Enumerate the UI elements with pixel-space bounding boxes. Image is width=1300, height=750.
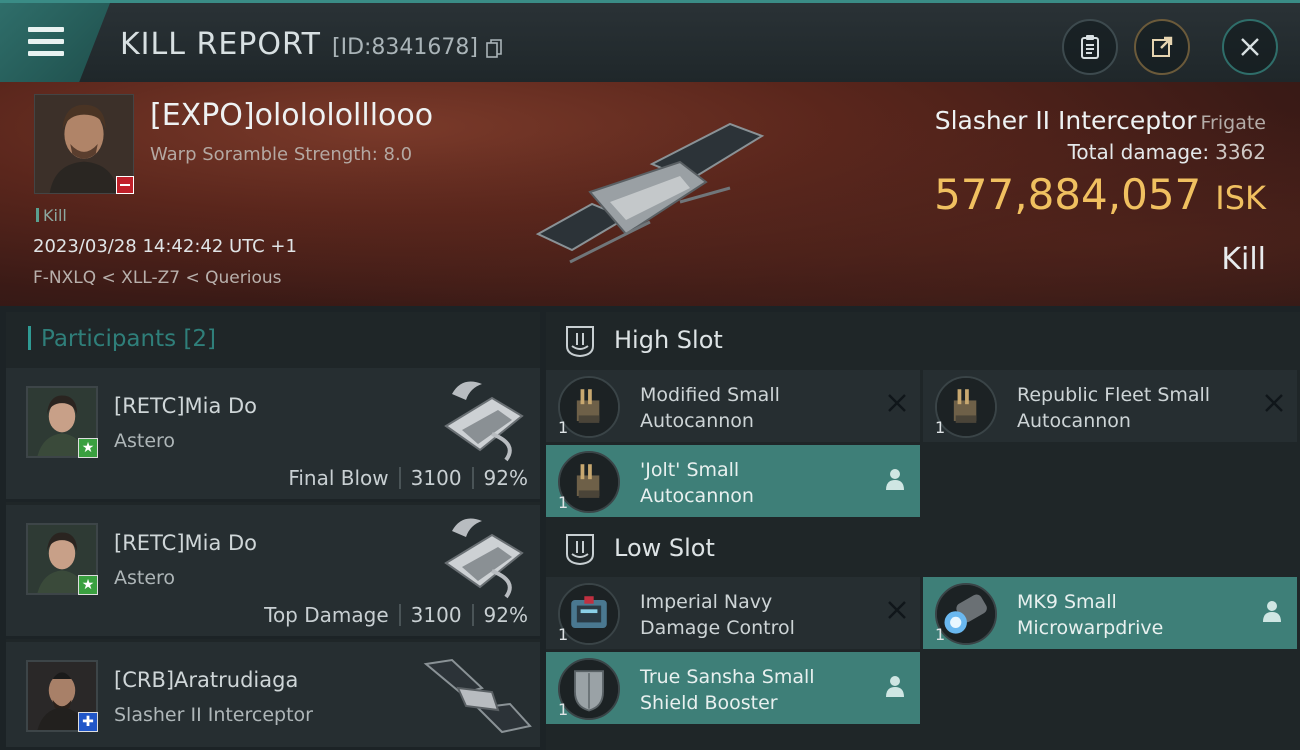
participant-stats: Top Damage 3100 92% bbox=[264, 603, 528, 627]
participant-damage: 3100 bbox=[410, 603, 462, 627]
participants-panel: Participants [2] ★ [RETC]Mia Do Astero F… bbox=[6, 312, 540, 750]
star-badge-icon: ★ bbox=[78, 575, 98, 595]
module-quantity: 1 bbox=[558, 418, 569, 437]
hostile-badge bbox=[116, 176, 134, 194]
kill-tag: Kill bbox=[36, 206, 67, 225]
participants-header: Participants [2] bbox=[28, 326, 216, 352]
destroyed-icon bbox=[888, 394, 906, 412]
page-title: KILL REPORT bbox=[120, 27, 321, 62]
module-name: True Sansha Small Shield Booster bbox=[640, 666, 815, 714]
person-icon bbox=[1263, 601, 1281, 622]
participant-name[interactable]: [CRB]Aratrudiaga bbox=[114, 668, 298, 692]
module-item[interactable]: 1 True Sansha Small Shield Booster bbox=[546, 652, 920, 724]
slasher-ship-icon bbox=[423, 658, 532, 734]
kill-location[interactable]: F-NXLQ < XLL-Z7 < Querious bbox=[33, 268, 281, 288]
module-item[interactable]: 1 Imperial Navy Damage Control bbox=[546, 577, 920, 649]
module-quantity: 1 bbox=[935, 625, 946, 644]
module-name: Modified Small Autocannon bbox=[640, 384, 780, 432]
module-name: 'Jolt' Small Autocannon bbox=[640, 459, 754, 507]
destroyed-icon bbox=[888, 601, 906, 619]
menu-button[interactable] bbox=[0, 3, 110, 82]
module-quantity: 1 bbox=[558, 625, 569, 644]
total-damage-label: Total damage: bbox=[1067, 140, 1210, 164]
participant-row[interactable]: ✚ [CRB]Aratrudiaga Slasher II Intercepto… bbox=[6, 642, 540, 750]
clipboard-button[interactable] bbox=[1062, 19, 1118, 75]
isk-amount: 577,884,057 bbox=[934, 170, 1202, 219]
clipboard-icon bbox=[1081, 35, 1099, 59]
close-button[interactable] bbox=[1222, 19, 1278, 75]
total-damage: Total damage: 3362 bbox=[1068, 140, 1266, 164]
participant-name[interactable]: [RETC]Mia Do bbox=[114, 531, 257, 555]
participant-percent: 92% bbox=[483, 603, 528, 627]
isk-unit: ISK bbox=[1215, 179, 1266, 217]
module-quantity: 1 bbox=[558, 493, 569, 512]
participant-stats: Final Blow 3100 92% bbox=[288, 466, 528, 490]
module-item[interactable]: 1 MK9 Small Microwarpdrive bbox=[923, 577, 1297, 649]
person-icon bbox=[886, 676, 904, 697]
high-slot-icon bbox=[566, 326, 594, 358]
module-quantity: 1 bbox=[935, 418, 946, 437]
plus-badge-icon: ✚ bbox=[78, 712, 98, 732]
module-quantity: 1 bbox=[558, 700, 569, 719]
person-icon bbox=[886, 469, 904, 490]
participants-title: Participants bbox=[41, 326, 177, 352]
victim-ship-name[interactable]: Slasher II Interceptor Frigate bbox=[935, 106, 1266, 135]
victim-ship-image[interactable] bbox=[530, 102, 770, 282]
share-button[interactable] bbox=[1134, 19, 1190, 75]
participants-count: [2] bbox=[183, 326, 217, 352]
participant-role: Final Blow bbox=[288, 466, 389, 490]
report-id: [ID:8341678] bbox=[332, 35, 478, 60]
ship-class-label: Frigate bbox=[1200, 112, 1266, 134]
participant-name[interactable]: [RETC]Mia Do bbox=[114, 394, 257, 418]
close-icon bbox=[1241, 38, 1259, 56]
module-name: Imperial Navy Damage Control bbox=[640, 591, 795, 639]
hamburger-icon bbox=[28, 27, 64, 63]
module-name: Republic Fleet Small Autocannon bbox=[1017, 384, 1211, 432]
star-badge-icon: ★ bbox=[78, 438, 98, 458]
low-slot-header: Low Slot bbox=[546, 520, 1300, 578]
result-label: Kill bbox=[1221, 242, 1266, 277]
high-slot-title: High Slot bbox=[614, 326, 723, 354]
participant-ship: Slasher II Interceptor bbox=[114, 704, 313, 726]
share-icon bbox=[1152, 36, 1173, 57]
ship-name-label: Slasher II Interceptor bbox=[934, 106, 1197, 135]
participant-damage: 3100 bbox=[410, 466, 462, 490]
warp-scramble-strength: Warp Soramble Strength: 8.0 bbox=[150, 144, 413, 165]
low-slot-icon bbox=[566, 534, 594, 566]
astero-ship-icon bbox=[444, 518, 524, 599]
module-name: MK9 Small Microwarpdrive bbox=[1017, 591, 1164, 639]
victim-name[interactable]: [EXPO]ololololllooo bbox=[150, 98, 433, 133]
participant-row[interactable]: ★ [RETC]Mia Do Astero Top Damage 3100 92% bbox=[6, 505, 540, 639]
module-item[interactable]: 1 Republic Fleet Small Autocannon bbox=[923, 370, 1297, 442]
participant-role: Top Damage bbox=[264, 603, 389, 627]
module-item[interactable]: 1 Modified Small Autocannon bbox=[546, 370, 920, 442]
copy-icon[interactable] bbox=[486, 39, 502, 59]
participant-ship: Astero bbox=[114, 567, 176, 589]
astero-ship-icon bbox=[444, 381, 524, 462]
isk-value: 577,884,057 ISK bbox=[934, 170, 1266, 219]
total-damage-value: 3362 bbox=[1215, 140, 1266, 164]
high-slot-header: High Slot bbox=[546, 312, 1300, 370]
header-bar: KILL REPORT [ID:8341678] bbox=[0, 0, 1300, 82]
kill-tag-label: Kill bbox=[43, 206, 67, 225]
kill-timestamp: 2023/03/28 14:42:42 UTC +1 bbox=[33, 236, 297, 257]
participant-row[interactable]: ★ [RETC]Mia Do Astero Final Blow 3100 92% bbox=[6, 368, 540, 502]
kill-banner: [EXPO]ololololllooo Warp Soramble Streng… bbox=[0, 82, 1300, 306]
participant-ship: Astero bbox=[114, 430, 176, 452]
fitting-panel: High Slot 1 Modified Small Autocannon 1 R… bbox=[546, 312, 1300, 750]
participant-percent: 92% bbox=[483, 466, 528, 490]
destroyed-icon bbox=[1265, 394, 1283, 412]
module-item[interactable]: 1 'Jolt' Small Autocannon bbox=[546, 445, 920, 517]
low-slot-title: Low Slot bbox=[614, 534, 715, 562]
